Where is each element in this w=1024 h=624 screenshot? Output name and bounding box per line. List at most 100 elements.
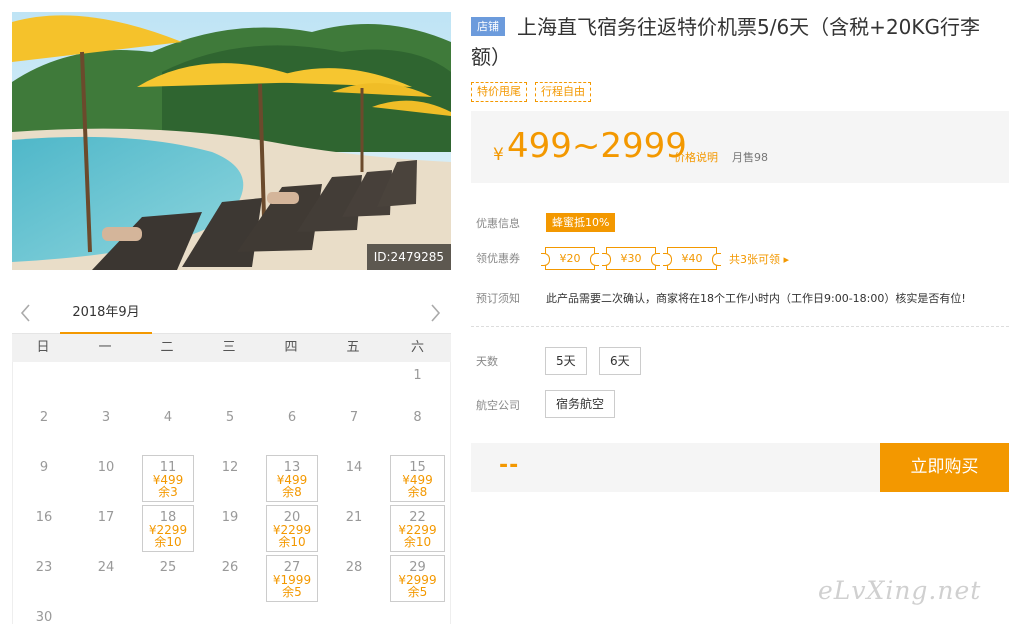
calendar-day: 30 bbox=[13, 604, 75, 624]
days-option-5[interactable]: 5天 bbox=[545, 347, 587, 375]
product-title: 上海直飞宿务往返特价机票5/6天（含税+20KG行李额） bbox=[471, 15, 981, 69]
day-number: 10 bbox=[97, 460, 115, 475]
calendar-day: 9 bbox=[13, 454, 75, 504]
day-number: 9 bbox=[39, 460, 49, 475]
day-stock: 余5 bbox=[407, 585, 428, 599]
calendar-day: 16 bbox=[13, 504, 75, 554]
calendar-grid: 1 2 3 4 5 6 7 8 9 10 11 ¥499 余3 12 13 ¥499 余8 14 15 ¥499 余8 1… bbox=[12, 362, 451, 624]
calendar-day bbox=[199, 604, 261, 624]
month-tab[interactable]: 2018年9月 bbox=[60, 298, 152, 334]
calendar-day: 17 bbox=[75, 504, 137, 554]
calendar-day: 24 bbox=[75, 554, 137, 604]
day-number: 6 bbox=[287, 410, 297, 425]
weekday-label: 五 bbox=[346, 340, 360, 355]
calendar-week-row: 30 bbox=[13, 604, 450, 624]
buy-now-button[interactable]: 立即购买 bbox=[880, 443, 1009, 492]
available-date-box[interactable]: 13 ¥499 余8 bbox=[266, 455, 318, 502]
price-explanation-link[interactable]: 价格说明 bbox=[674, 149, 718, 165]
calendar-day[interactable]: 15 ¥499 余8 bbox=[385, 454, 450, 504]
calendar-day bbox=[323, 604, 385, 624]
day-number: 17 bbox=[97, 510, 115, 525]
calendar-week-row: 1 bbox=[13, 362, 450, 404]
available-date-box[interactable]: 20 ¥2299 余10 bbox=[266, 505, 318, 552]
calendar-day[interactable]: 22 ¥2299 余10 bbox=[385, 504, 450, 554]
product-photo: ID:2479285 bbox=[12, 12, 451, 270]
chevron-left-icon bbox=[20, 304, 30, 322]
coupon-label: 领优惠券 bbox=[476, 252, 520, 265]
selected-price: -- bbox=[499, 453, 520, 478]
calendar-day[interactable]: 18 ¥2299 余10 bbox=[137, 504, 199, 554]
day-number: 3 bbox=[101, 410, 111, 425]
photo-id-label: ID:2479285 bbox=[366, 244, 451, 270]
promo-label: 优惠信息 bbox=[476, 217, 520, 230]
calendar-week-row: 9 10 11 ¥499 余3 12 13 ¥499 余8 14 15 ¥499 余8 bbox=[13, 454, 450, 504]
day-number: 19 bbox=[221, 510, 239, 525]
day-number: 5 bbox=[225, 410, 235, 425]
weekday-label: 一 bbox=[98, 340, 112, 355]
calendar-day[interactable]: 27 ¥1999 余5 bbox=[261, 554, 323, 604]
site-watermark: eLvXing.net bbox=[818, 576, 982, 605]
chevron-right-icon bbox=[431, 304, 441, 322]
currency-symbol: ¥ bbox=[493, 145, 504, 165]
calendar-day bbox=[385, 604, 450, 624]
calendar-day[interactable]: 20 ¥2299 余10 bbox=[261, 504, 323, 554]
notice-label: 预订须知 bbox=[476, 292, 520, 305]
calendar-day bbox=[261, 604, 323, 624]
day-number: 7 bbox=[349, 410, 359, 425]
price-box: ¥ 499~2999 价格说明 月售98 bbox=[471, 111, 1009, 183]
calendar-week-row: 16 17 18 ¥2299 余10 19 20 ¥2299 余10 21 22 ¥2299 余10 bbox=[13, 504, 450, 554]
weekday-label: 四 bbox=[284, 340, 298, 355]
calendar-day[interactable]: 29 ¥2999 余5 bbox=[385, 554, 450, 604]
calendar-day bbox=[137, 362, 199, 404]
day-number: 26 bbox=[221, 560, 239, 575]
day-stock: 余10 bbox=[154, 535, 182, 549]
airline-option[interactable]: 宿务航空 bbox=[545, 390, 616, 418]
available-date-box[interactable]: 18 ¥2299 余10 bbox=[142, 505, 194, 552]
calendar-day bbox=[261, 362, 323, 404]
weekday-header: 日 一 二 三 四 五 六 bbox=[12, 334, 451, 362]
coupon-30[interactable]: ¥30 bbox=[602, 247, 660, 270]
day-stock: 余8 bbox=[282, 485, 302, 499]
day-number: 30 bbox=[35, 610, 53, 624]
day-number: 1 bbox=[413, 368, 422, 383]
weekday-label: 日 bbox=[36, 340, 50, 355]
departure-calendar: 2018年9月 日 一 二 三 四 五 六 1 2 3 4 5 6 7 8 9 10 11 ¥499 余… bbox=[12, 298, 451, 624]
days-option-6[interactable]: 6天 bbox=[599, 347, 641, 375]
calendar-day: 7 bbox=[323, 404, 385, 454]
day-stock: 余3 bbox=[158, 485, 178, 499]
available-date-box[interactable]: 22 ¥2299 余10 bbox=[390, 505, 445, 552]
available-date-box[interactable]: 15 ¥499 余8 bbox=[390, 455, 445, 502]
coupon-40[interactable]: ¥40 bbox=[663, 247, 721, 270]
next-month-button[interactable] bbox=[427, 302, 443, 324]
available-date-box[interactable]: 29 ¥2999 余5 bbox=[390, 555, 445, 602]
calendar-day: 3 bbox=[75, 404, 137, 454]
available-date-box[interactable]: 27 ¥1999 余5 bbox=[266, 555, 318, 602]
calendar-day: 6 bbox=[261, 404, 323, 454]
calendar-day: 19 bbox=[199, 504, 261, 554]
shop-tag: 店铺 bbox=[471, 17, 505, 36]
calendar-day[interactable]: 13 ¥499 余8 bbox=[261, 454, 323, 504]
day-number: 2 bbox=[39, 410, 49, 425]
calendar-day[interactable]: 11 ¥499 余3 bbox=[137, 454, 199, 504]
day-number: 24 bbox=[97, 560, 115, 575]
calendar-day: 10 bbox=[75, 454, 137, 504]
calendar-day bbox=[75, 362, 137, 404]
coupon-20[interactable]: ¥20 bbox=[541, 247, 599, 270]
day-stock: 余8 bbox=[407, 485, 428, 499]
calendar-week-row: 23 24 25 26 27 ¥1999 余5 28 29 ¥2999 余5 bbox=[13, 554, 450, 604]
calendar-day: 12 bbox=[199, 454, 261, 504]
day-number: 16 bbox=[35, 510, 53, 525]
booking-notice: 此产品需要二次确认，商家将在18个工作小时内（工作日9:00-18:00）核实是… bbox=[546, 292, 966, 305]
calendar-day: 25 bbox=[137, 554, 199, 604]
calendar-day bbox=[75, 604, 137, 624]
coupons-more-link[interactable]: 共3张可领 ▸ bbox=[729, 251, 789, 267]
promo-badge: 蜂蜜抵10% bbox=[546, 213, 616, 232]
day-number: 25 bbox=[159, 560, 177, 575]
available-date-box[interactable]: 11 ¥499 余3 bbox=[142, 455, 194, 502]
prev-month-button[interactable] bbox=[18, 302, 34, 324]
day-number: 4 bbox=[163, 410, 173, 425]
calendar-day: 2 bbox=[13, 404, 75, 454]
weekday-label: 二 bbox=[160, 340, 174, 355]
day-number: 8 bbox=[413, 410, 422, 425]
calendar-day: 23 bbox=[13, 554, 75, 604]
